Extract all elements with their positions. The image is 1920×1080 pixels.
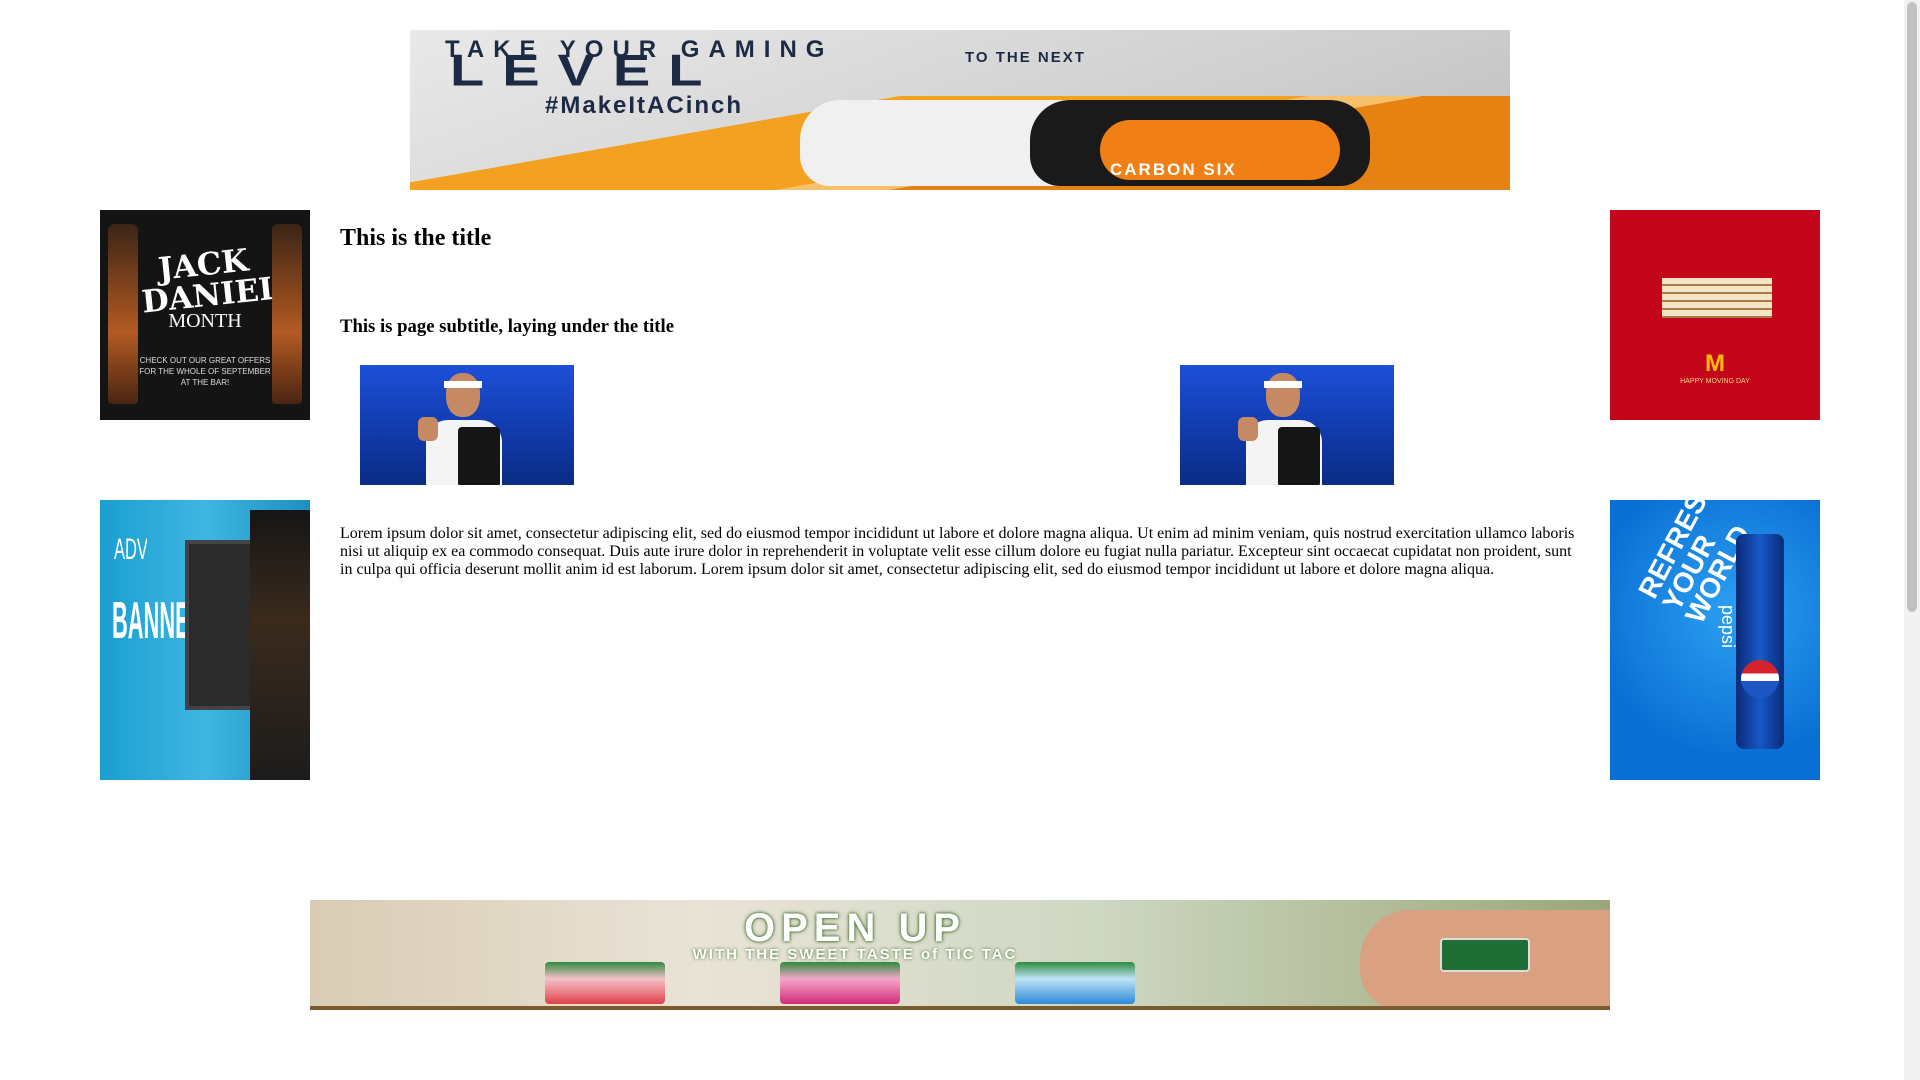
vertical-scrollbar[interactable] [1904,0,1920,1080]
soda-can-image [1736,534,1784,749]
fast-food-ad[interactable]: M HAPPY MOVING DAY [1610,210,1820,420]
player-headband [444,381,482,388]
soda-brand-text: pepsi [1718,605,1738,649]
bottle-right-image [272,224,302,404]
banner-hashtag: #MakeItACinch [545,92,744,119]
page-title: This is the title [340,225,492,251]
mint-box-image [1440,938,1530,972]
whiskey-ad[interactable]: JACK DANIEL'S MONTH CHECK OUT OUR GREAT … [100,210,310,420]
adv-ad-word-1: ADVERTISING [114,535,147,565]
soda-logo-icon [1741,660,1779,698]
whiskey-ad-title: JACK DANIEL'S [140,243,273,319]
bottom-banner-headline: OPEN UP [743,908,967,948]
mint-pack-blue-image [1015,962,1135,1004]
banner-line-2: LEVEL [450,48,721,93]
player-fist [1238,417,1258,441]
tennis-player-photo [1180,365,1394,485]
player-vest [458,427,500,485]
bottle-left-image [108,224,138,404]
mint-pack-pink-image [780,962,900,1004]
scrollbar-thumb[interactable] [1907,2,1917,612]
banner-line-3: TO THE NEXT [965,49,1086,66]
player-head [446,373,480,417]
bottom-banner-tagline: WITH THE SWEET TASTE of TIC TAC [692,946,1018,963]
advertising-banners-ad[interactable]: ADVERTISING BANNERS [100,500,310,780]
fast-food-ad-caption: HAPPY MOVING DAY [1680,378,1750,385]
player-headband [1264,381,1302,388]
tennis-player-photo [360,365,574,485]
soda-ad[interactable]: REFRESH YOUR WORLD pepsi [1610,500,1820,780]
body-paragraph: Lorem ipsum dolor sit amet, consectetur … [340,525,1575,578]
banner-bottom-edge [310,1006,1610,1010]
page-subtitle: This is page subtitle, laying under the … [340,316,674,337]
player-head [1266,373,1300,417]
mint-pack-green-image [545,962,665,1004]
whiskey-ad-small-text: CHECK OUT OUR GREAT OFFERS FOR THE WHOLE… [139,356,271,388]
banner-brand: CARBON SIX [1110,160,1237,179]
bottom-banner-ad[interactable]: OPEN UP WITH THE SWEET TASTE of TIC TAC [310,900,1610,1010]
food-box-image [1662,278,1772,318]
player-vest [1278,427,1320,485]
menu-board-image [250,510,310,780]
whiskey-ad-subtitle: MONTH [168,310,242,332]
player-fist [418,417,438,441]
golden-arches-logo: M [1705,350,1725,377]
top-banner-ad[interactable]: TAKE YOUR GAMING LEVEL TO THE NEXT #Make… [410,30,1510,190]
